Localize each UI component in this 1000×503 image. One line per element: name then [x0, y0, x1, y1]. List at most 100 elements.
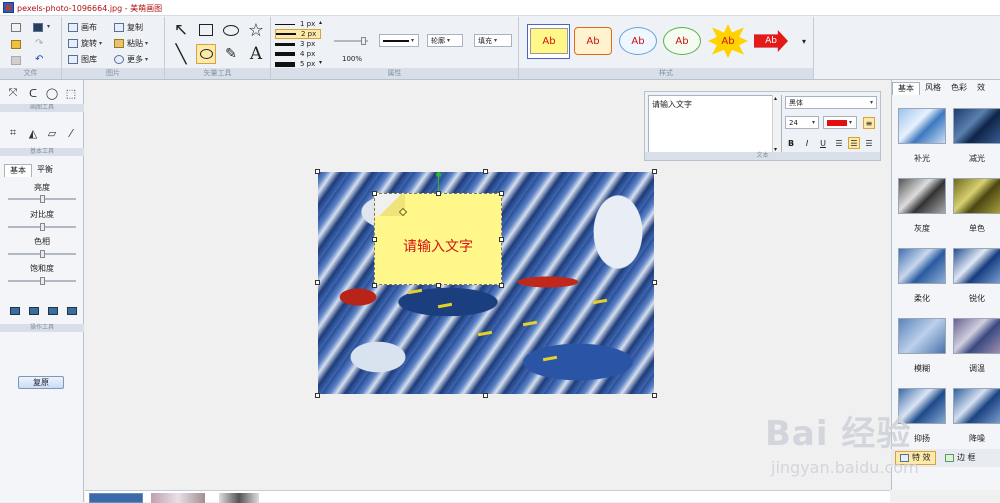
effect-sharpen[interactable]: 锐化 — [949, 248, 1000, 308]
hue-slider[interactable] — [8, 250, 76, 258]
tab-balance[interactable]: 平衡 — [32, 164, 58, 177]
print-icon[interactable] — [11, 56, 21, 65]
brightness-slider[interactable] — [8, 195, 76, 203]
text-tool-icon[interactable]: A — [246, 44, 266, 64]
reset-button[interactable]: 复原 — [18, 376, 64, 389]
note-handle[interactable] — [436, 283, 441, 288]
contrast-slider[interactable] — [8, 223, 76, 231]
align-right-icon[interactable]: ☰ — [863, 137, 875, 149]
copy-button[interactable]: 复制 — [114, 21, 143, 34]
new-file-icon[interactable] — [11, 23, 21, 32]
tab-more-effects[interactable]: 效 — [972, 82, 990, 95]
text-note-shape[interactable]: 请输入文字 — [374, 193, 502, 285]
speech-bubble-tool-icon[interactable] — [196, 44, 216, 64]
rectangle-tool-icon[interactable] — [196, 20, 216, 40]
eraser-icon[interactable]: ▱ — [45, 126, 59, 140]
zoom-slider[interactable] — [334, 37, 368, 45]
ellipse-select-icon[interactable]: ◯ — [45, 86, 59, 100]
rect-select-icon[interactable]: ⬚ — [64, 86, 78, 100]
font-family-dropdown[interactable]: 黑体 ▾ — [785, 96, 877, 109]
eyedropper-icon[interactable]: ⁄ — [64, 126, 78, 140]
effect-blur[interactable]: 模糊 — [894, 318, 948, 378]
paint-bucket-icon[interactable]: ◭ — [26, 126, 40, 140]
note-text[interactable]: 请输入文字 — [375, 236, 501, 256]
tab-style-effects[interactable]: 风格 — [920, 82, 946, 95]
lasso-tool-icon[interactable]: ᑕ — [26, 86, 40, 100]
move-tool-icon[interactable]: ⤧ — [6, 86, 20, 100]
save-icon[interactable] — [33, 23, 43, 32]
resize-handle[interactable] — [483, 169, 488, 174]
paste-button[interactable]: 粘贴 ▾ — [114, 37, 148, 50]
note-handle[interactable] — [436, 191, 441, 196]
line-width-2px[interactable]: 2 px — [275, 29, 321, 39]
note-handle[interactable] — [372, 283, 377, 288]
style-oval-bubble[interactable]: Ab — [663, 27, 701, 55]
scroll-up-icon[interactable]: ▴ — [319, 19, 322, 26]
gallery-button[interactable]: 图库 — [68, 53, 97, 66]
effect-monochrome[interactable]: 单色 — [949, 178, 1000, 238]
align-left-icon[interactable]: ☰ — [833, 137, 845, 149]
line-width-4px[interactable]: 4 px — [275, 49, 321, 59]
star-tool-icon[interactable]: ☆ — [246, 20, 266, 41]
italic-icon[interactable]: I — [801, 137, 813, 149]
op-tool-4-icon[interactable] — [67, 307, 77, 315]
tab-basic[interactable]: 基本 — [4, 164, 32, 177]
bold-icon[interactable]: B — [785, 137, 797, 149]
style-explosion[interactable]: Ab — [708, 24, 748, 58]
op-tool-2-icon[interactable] — [29, 307, 39, 315]
resize-handle[interactable] — [315, 280, 320, 285]
line-style-dropdown[interactable]: ▾ — [379, 34, 419, 47]
styles-more-icon[interactable]: ▾ — [802, 37, 806, 46]
arrow-tool-icon[interactable]: ↖ — [171, 20, 191, 40]
note-handle[interactable] — [499, 283, 504, 288]
rotate-button[interactable]: 旋转 ▾ — [68, 37, 102, 50]
undo-icon[interactable]: ↶ — [35, 54, 43, 65]
pen-tool-icon[interactable]: ✎ — [221, 44, 241, 64]
line-tool-icon[interactable]: ╲ — [171, 44, 191, 65]
effect-grayscale[interactable]: 灰度 — [894, 178, 948, 238]
style-note[interactable]: Ab — [530, 28, 568, 54]
note-handle[interactable] — [372, 191, 377, 196]
resize-handle[interactable] — [652, 280, 657, 285]
ellipse-tool-icon[interactable] — [221, 20, 241, 40]
crop-icon[interactable]: ⌗ — [6, 126, 20, 140]
resize-handle[interactable] — [652, 393, 657, 398]
note-handle[interactable] — [499, 191, 504, 196]
text-scrollbar[interactable]: ▴ ▾ — [772, 95, 781, 153]
op-tool-1-icon[interactable] — [10, 307, 20, 315]
tab-basic-effects[interactable]: 基本 — [892, 82, 920, 95]
redo-icon[interactable]: ↷ — [35, 38, 43, 49]
effect-reduce-light[interactable]: 减光 — [949, 108, 1000, 168]
text-input[interactable]: 请输入文字 — [648, 95, 782, 153]
underline-icon[interactable]: U — [817, 137, 829, 149]
open-folder-icon[interactable] — [11, 40, 21, 49]
font-color-dropdown[interactable]: ▾ — [823, 116, 857, 129]
effect-temperature[interactable]: 调温 — [949, 318, 1000, 378]
note-handle[interactable] — [499, 237, 504, 242]
saturation-slider[interactable] — [8, 277, 76, 285]
resize-handle[interactable] — [483, 393, 488, 398]
line-width-3px[interactable]: 3 px — [275, 39, 321, 49]
save-dropdown-icon[interactable]: ▾ — [47, 23, 50, 30]
canvas-button[interactable]: 画布 — [68, 21, 97, 34]
resize-handle[interactable] — [315, 169, 320, 174]
font-size-dropdown[interactable]: 24 ▾ — [785, 116, 819, 129]
line-width-1px[interactable]: 1 px — [275, 19, 321, 29]
effect-soften[interactable]: 柔化 — [894, 248, 948, 308]
scroll-down-icon[interactable]: ▾ — [319, 59, 322, 66]
text-highlight-icon[interactable]: ≡ — [863, 117, 875, 129]
tab-color-effects[interactable]: 色彩 — [946, 82, 972, 95]
style-arrow[interactable]: Ab — [754, 30, 788, 52]
chevron-down-icon: ▾ — [869, 99, 873, 106]
more-button[interactable]: 更多 ▾ — [114, 53, 148, 66]
outline-dropdown[interactable]: 轮廓 ▾ — [427, 34, 463, 47]
fill-dropdown[interactable]: 填充 ▾ — [474, 34, 512, 47]
align-center-icon[interactable]: ☰ — [848, 137, 860, 149]
effect-fill-light[interactable]: 补光 — [894, 108, 948, 168]
op-tool-3-icon[interactable] — [48, 307, 58, 315]
style-rect-bubble[interactable]: Ab — [574, 27, 612, 55]
resize-handle[interactable] — [315, 393, 320, 398]
note-handle[interactable] — [372, 237, 377, 242]
style-cloud[interactable]: Ab — [619, 27, 657, 55]
resize-handle[interactable] — [652, 169, 657, 174]
